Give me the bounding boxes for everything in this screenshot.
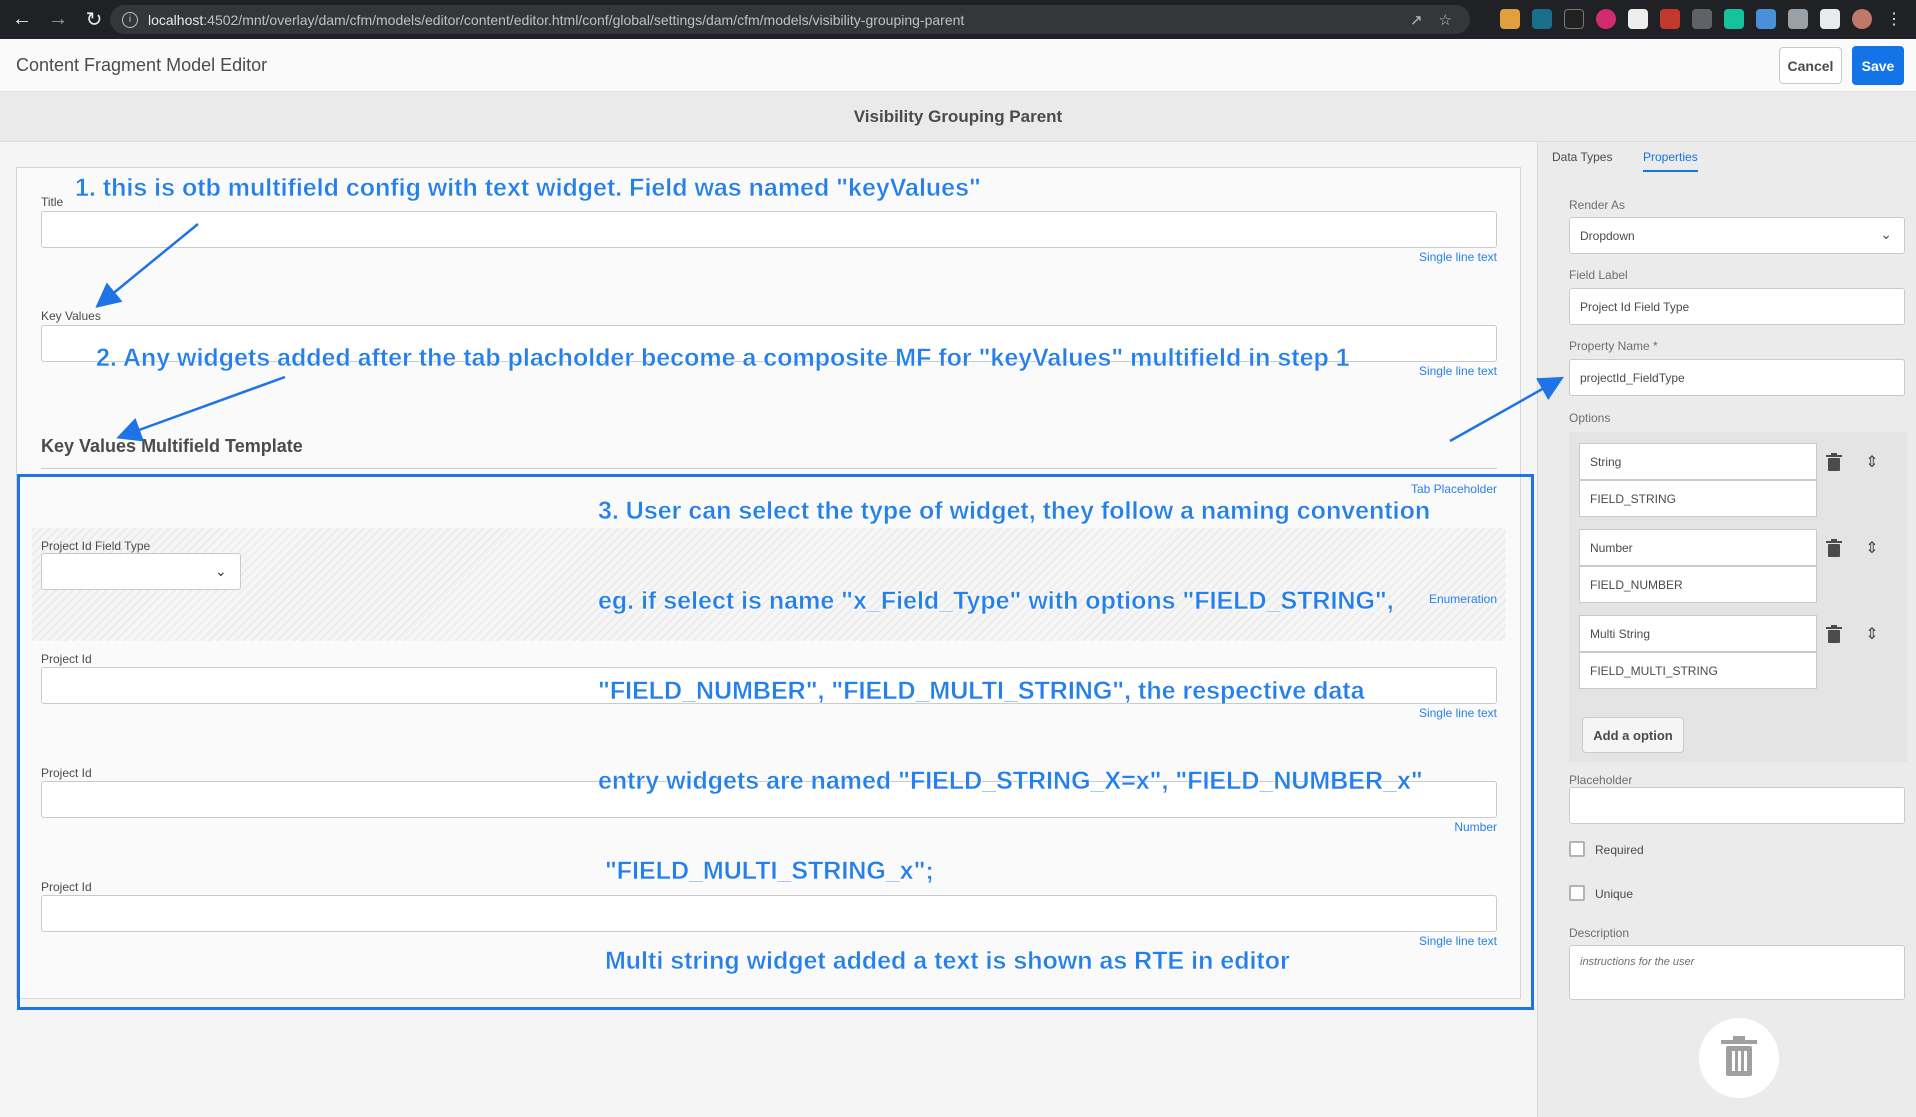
field-type-label: Single line text [1418, 250, 1497, 264]
extension-icon[interactable] [1692, 9, 1712, 29]
url-host: localhost [148, 11, 204, 28]
annotation-line: entry widgets are named "FIELD_STRING_X=… [598, 767, 1423, 795]
description-label: Description [1569, 926, 1630, 940]
extension-icon[interactable] [1756, 9, 1776, 29]
extension-icon[interactable] [1724, 9, 1744, 29]
trash-icon [1721, 1035, 1757, 1081]
info-icon[interactable]: i [122, 11, 138, 28]
annotation-line: "FIELD_NUMBER", "FIELD_MULTI_STRING", th… [598, 677, 1365, 705]
tab-placeholder-title: Key Values Multifield Template [41, 436, 303, 456]
option-value-input[interactable]: FIELD_STRING [1579, 480, 1817, 517]
address-bar[interactable]: i localhost:4502/mnt/overlay/dam/cfm/mod… [110, 5, 1470, 34]
option-value: FIELD_MULTI_STRING [1590, 663, 1718, 678]
render-as-value: Dropdown [1580, 228, 1635, 243]
tab-data-types[interactable]: Data Types [1552, 150, 1612, 164]
annotation-line: eg. if select is name "x_Field_Type" wit… [598, 587, 1394, 615]
field-label-input[interactable]: Project Id Field Type [1569, 288, 1905, 325]
drag-handle-icon[interactable]: ⇕ [1862, 624, 1882, 644]
option-label: String [1590, 454, 1622, 469]
avatar[interactable] [1852, 9, 1872, 29]
extension-icon[interactable] [1596, 9, 1616, 29]
annotation-line: "FIELD_MULTI_STRING_x"; [598, 857, 934, 885]
unique-checkbox[interactable] [1569, 885, 1585, 901]
extensions-bar: ⋮ [1500, 9, 1904, 29]
option-value: FIELD_NUMBER [1590, 577, 1683, 592]
more-menu-icon[interactable]: ⋮ [1884, 9, 1904, 29]
cancel-button[interactable]: Cancel [1779, 47, 1842, 84]
option-label-input[interactable]: String [1579, 443, 1817, 480]
title-field[interactable] [41, 211, 1497, 248]
trash-icon[interactable] [1824, 538, 1844, 558]
field-label: Title [41, 195, 64, 209]
option-label-input[interactable]: Multi String [1579, 615, 1817, 652]
annotation-line: 3. User can select the type of widget, t… [598, 497, 1431, 525]
annotation-note-1: 1. this is otb multifield config with te… [75, 174, 981, 202]
save-button[interactable]: Save [1852, 46, 1904, 85]
trash-icon[interactable] [1824, 624, 1844, 644]
annotation-note-3: 3. User can select the type of widget, t… [598, 436, 1431, 1006]
options-list: String FIELD_STRING ⇕ Number FIELD_NUMBE… [1569, 432, 1907, 762]
app-title: Content Fragment Model Editor [16, 55, 268, 75]
field-label-label: Field Label [1569, 268, 1628, 282]
option-value: FIELD_STRING [1590, 491, 1677, 506]
option-value-input[interactable]: FIELD_MULTI_STRING [1579, 652, 1817, 689]
property-name-value: projectId_FieldType [1580, 370, 1685, 385]
property-name-label: Property Name * [1569, 339, 1658, 353]
extension-icon[interactable] [1628, 9, 1648, 29]
field-label: Key Values [41, 309, 101, 323]
sidepanel-icon[interactable] [1820, 9, 1840, 29]
model-title-bar: Visibility Grouping Parent [0, 92, 1916, 142]
drag-handle-icon[interactable]: ⇕ [1862, 452, 1882, 472]
chevron-down-icon: ⌄ [1880, 226, 1892, 242]
annotation-line: Multi string widget added a text is show… [598, 947, 1290, 975]
required-checkbox[interactable] [1569, 841, 1585, 857]
description-textarea[interactable]: instructions for the user [1569, 945, 1905, 1000]
share-icon[interactable]: ↗ [1410, 11, 1423, 29]
field-label-value: Project Id Field Type [1580, 299, 1690, 314]
model-title: Visibility Grouping Parent [853, 107, 1063, 126]
properties-panel: Data Types Properties Render As Dropdown… [1537, 142, 1916, 1117]
extension-icon[interactable] [1564, 9, 1584, 29]
extension-icon[interactable] [1660, 9, 1680, 29]
extension-icon[interactable] [1500, 9, 1520, 29]
trash-icon[interactable] [1824, 452, 1844, 472]
tab-properties[interactable]: Properties [1643, 150, 1698, 172]
required-label: Required [1595, 843, 1644, 857]
drag-handle-icon[interactable]: ⇕ [1862, 538, 1882, 558]
description-placeholder: instructions for the user [1580, 956, 1695, 968]
delete-field-button[interactable] [1699, 1018, 1779, 1098]
browser-toolbar: ← → ↻ i localhost:4502/mnt/overlay/dam/c… [0, 0, 1916, 39]
add-option-button[interactable]: Add a option [1582, 717, 1684, 753]
annotation-note-2: 2. Any widgets added after the tab plach… [96, 344, 1350, 372]
render-as-label: Render As [1569, 198, 1626, 212]
url-path: :4502/mnt/overlay/dam/cfm/models/editor/… [203, 11, 965, 28]
placeholder-label: Placeholder [1569, 773, 1633, 787]
option-label: Multi String [1590, 626, 1651, 641]
option-label: Number [1590, 540, 1633, 555]
option-value-input[interactable]: FIELD_NUMBER [1579, 566, 1817, 603]
forward-icon[interactable]: → [44, 6, 72, 34]
render-as-select[interactable]: Dropdown ⌄ [1569, 217, 1905, 254]
back-icon[interactable]: ← [8, 6, 36, 34]
unique-label: Unique [1595, 887, 1634, 901]
property-name-input[interactable]: projectId_FieldType [1569, 359, 1905, 396]
extension-icon[interactable] [1532, 9, 1552, 29]
option-label-input[interactable]: Number [1579, 529, 1817, 566]
app-header: Content Fragment Model Editor Cancel Sav… [0, 39, 1916, 92]
puzzle-icon[interactable] [1788, 9, 1808, 29]
reload-icon[interactable]: ↻ [80, 6, 108, 34]
options-label: Options [1569, 411, 1611, 425]
bookmark-star-icon[interactable]: ☆ [1439, 11, 1452, 29]
placeholder-input[interactable] [1569, 787, 1905, 824]
